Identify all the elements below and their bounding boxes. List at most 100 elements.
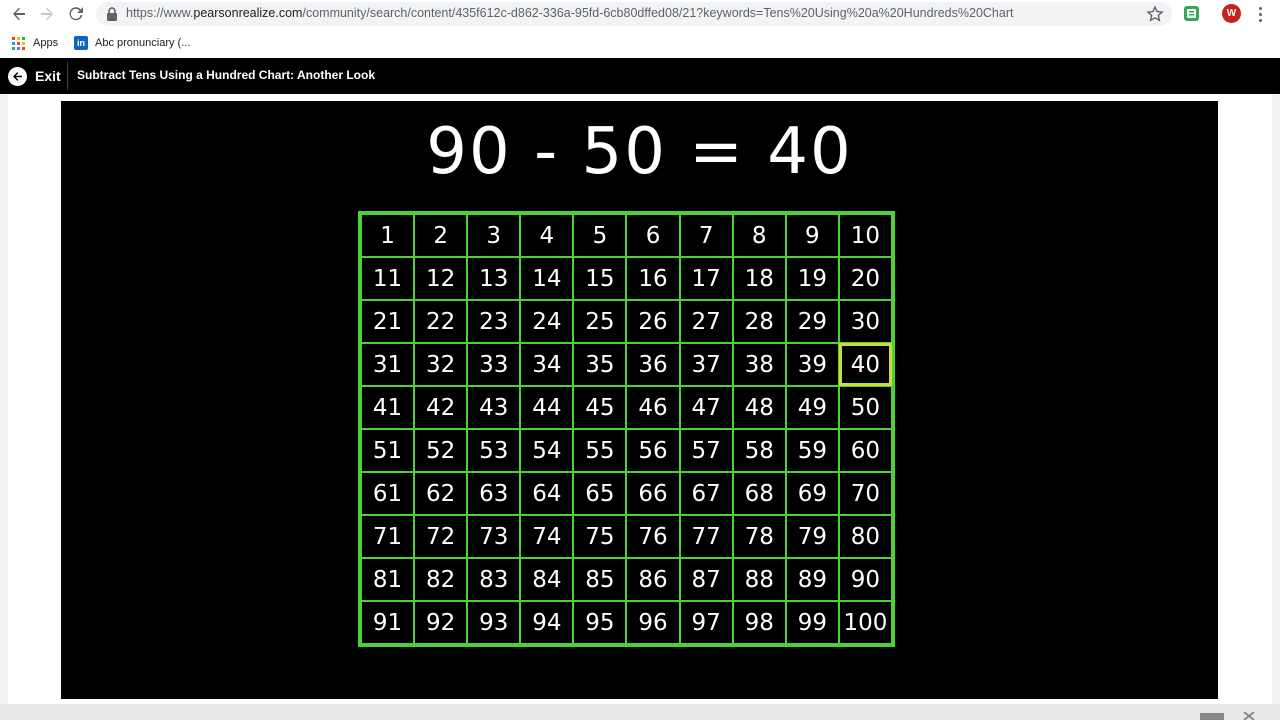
chart-cell-61: 61 — [361, 472, 415, 515]
chart-cell-4: 4 — [520, 214, 574, 257]
chart-cell-97: 97 — [679, 601, 733, 644]
hundred-chart: 1 2 3 4 5 6 7 8 9 10 11 12 13 14 15 16 17 18 19 20 21 22 23 24 2… — [358, 211, 895, 647]
chart-cell-65: 65 — [573, 472, 627, 515]
linkedin-icon: in — [74, 36, 88, 50]
chart-cell-82: 82 — [414, 558, 468, 601]
chart-cell-45: 45 — [573, 386, 627, 429]
url-text[interactable]: https://www.pearsonrealize.com/community… — [126, 6, 1126, 20]
chart-cell-93: 93 — [467, 601, 521, 644]
chart-cell-66: 66 — [626, 472, 680, 515]
chart-cell-83: 83 — [467, 558, 521, 601]
bookmarks-bar: Apps in Abc pronunciary (... — [0, 28, 1280, 58]
chart-cell-92: 92 — [414, 601, 468, 644]
chart-cell-98: 98 — [732, 601, 786, 644]
chart-cell-20: 20 — [838, 257, 892, 300]
chart-cell-70: 70 — [838, 472, 892, 515]
chart-cell-90: 90 — [838, 558, 892, 601]
chart-cell-76: 76 — [626, 515, 680, 558]
bookmark-abc-pronunciary[interactable]: in Abc pronunciary (... — [74, 35, 190, 51]
chart-cell-91: 91 — [361, 601, 415, 644]
page-title: Subtract Tens Using a Hundred Chart: Ano… — [77, 68, 376, 82]
chart-cell-41: 41 — [361, 386, 415, 429]
fullscreen-controls-icon[interactable] — [1200, 712, 1270, 720]
chart-cell-50: 50 — [838, 386, 892, 429]
browser-toolbar: https://www.pearsonrealize.com/community… — [0, 0, 1280, 28]
bookmark-apps[interactable]: Apps — [12, 35, 58, 51]
chart-cell-6: 6 — [626, 214, 680, 257]
chart-cell-60: 60 — [838, 429, 892, 472]
reload-icon[interactable] — [64, 3, 88, 25]
apps-grid-icon — [12, 36, 25, 50]
exit-button[interactable]: Exit — [8, 65, 61, 87]
chart-cell-73: 73 — [467, 515, 521, 558]
chart-cell-24: 24 — [520, 300, 574, 343]
chart-cell-23: 23 — [467, 300, 521, 343]
chart-cell-87: 87 — [679, 558, 733, 601]
chart-cell-96: 96 — [626, 601, 680, 644]
menu-kebab-icon[interactable] — [1252, 4, 1268, 24]
chart-cell-58: 58 — [732, 429, 786, 472]
chart-cell-30: 30 — [838, 300, 892, 343]
chart-cell-54: 54 — [520, 429, 574, 472]
chart-cell-9: 9 — [785, 214, 839, 257]
chart-cell-18: 18 — [732, 257, 786, 300]
chart-cell-37: 37 — [679, 343, 733, 386]
chart-cell-59: 59 — [785, 429, 839, 472]
chart-cell-28: 28 — [732, 300, 786, 343]
chart-cell-94: 94 — [520, 601, 574, 644]
chart-cell-33: 33 — [467, 343, 521, 386]
chart-cell-5: 5 — [573, 214, 627, 257]
forward-arrow-icon[interactable] — [35, 3, 59, 25]
chart-cell-22: 22 — [414, 300, 468, 343]
chart-cell-62: 62 — [414, 472, 468, 515]
chart-cell-100: 100 — [838, 601, 892, 644]
app-header: Exit Subtract Tens Using a Hundred Chart… — [0, 58, 1280, 94]
chart-cell-89: 89 — [785, 558, 839, 601]
chart-cell-81: 81 — [361, 558, 415, 601]
extension-icon[interactable] — [1183, 5, 1200, 22]
chart-cell-34: 34 — [520, 343, 574, 386]
chart-cell-80: 80 — [838, 515, 892, 558]
chart-cell-95: 95 — [573, 601, 627, 644]
chart-cell-40-highlighted: 40 — [838, 343, 893, 386]
chart-cell-57: 57 — [679, 429, 733, 472]
chart-cell-36: 36 — [626, 343, 680, 386]
equation-text: 90 - 50 = 40 — [426, 115, 853, 189]
chart-cell-48: 48 — [732, 386, 786, 429]
chart-cell-47: 47 — [679, 386, 733, 429]
chart-cell-46: 46 — [626, 386, 680, 429]
chart-cell-13: 13 — [467, 257, 521, 300]
chart-cell-77: 77 — [679, 515, 733, 558]
exit-label: Exit — [35, 68, 61, 84]
bookmark-apps-label: Apps — [33, 37, 59, 49]
chart-cell-27: 27 — [679, 300, 733, 343]
star-icon[interactable] — [1146, 5, 1164, 23]
video-controls-bar[interactable] — [0, 704, 1280, 720]
url-prefix: https://www. — [126, 6, 194, 20]
chart-cell-63: 63 — [467, 472, 521, 515]
url-host: pearsonrealize.com — [193, 6, 303, 20]
back-arrow-icon[interactable] — [7, 3, 31, 25]
chart-cell-56: 56 — [626, 429, 680, 472]
chart-cell-78: 78 — [732, 515, 786, 558]
address-bar[interactable]: https://www.pearsonrealize.com/community… — [96, 2, 1172, 26]
chart-cell-49: 49 — [785, 386, 839, 429]
chart-cell-43: 43 — [467, 386, 521, 429]
chart-cell-26: 26 — [626, 300, 680, 343]
chart-cell-85: 85 — [573, 558, 627, 601]
chart-cell-8: 8 — [732, 214, 786, 257]
chart-cell-32: 32 — [414, 343, 468, 386]
chart-cell-71: 71 — [361, 515, 415, 558]
chart-cell-42: 42 — [414, 386, 468, 429]
chart-cell-19: 19 — [785, 257, 839, 300]
video-player[interactable]: 90 - 50 = 40 1 2 3 4 5 6 7 8 9 10 11 12 13 14 15 16 17 18… — [61, 101, 1218, 699]
chart-cell-29: 29 — [785, 300, 839, 343]
profile-avatar[interactable]: W — [1222, 4, 1241, 23]
chart-cell-21: 21 — [361, 300, 415, 343]
chart-cell-75: 75 — [573, 515, 627, 558]
chart-cell-99: 99 — [785, 601, 839, 644]
chart-cell-79: 79 — [785, 515, 839, 558]
chart-cell-84: 84 — [520, 558, 574, 601]
chart-cell-88: 88 — [732, 558, 786, 601]
chart-cell-10: 10 — [838, 214, 892, 257]
